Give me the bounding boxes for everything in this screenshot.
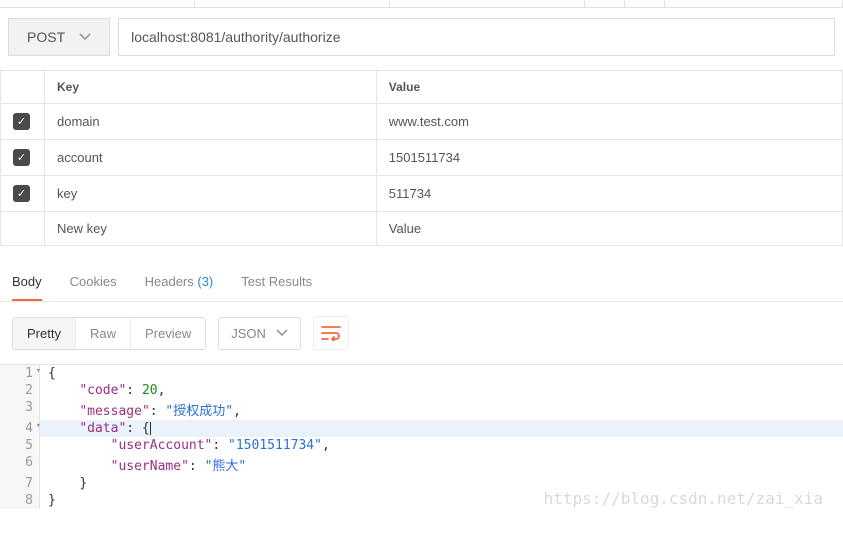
view-mode-group: Pretty Raw Preview bbox=[12, 317, 206, 350]
wrap-lines-button[interactable] bbox=[313, 316, 349, 350]
value-header: Value bbox=[376, 71, 842, 104]
preview-button[interactable]: Preview bbox=[130, 318, 205, 349]
line-number: 4 bbox=[25, 421, 33, 436]
checkbox-header bbox=[1, 71, 45, 104]
response-tabs: Body Cookies Headers (3) Test Results bbox=[0, 260, 843, 302]
chevron-down-icon bbox=[276, 329, 288, 337]
pretty-button[interactable]: Pretty bbox=[13, 318, 75, 349]
tab-test-results[interactable]: Test Results bbox=[241, 274, 312, 301]
table-row[interactable]: ✓ domain www.test.com bbox=[1, 104, 843, 140]
line-number: 6 bbox=[25, 455, 33, 470]
chevron-down-icon bbox=[79, 33, 91, 41]
key-header: Key bbox=[45, 71, 377, 104]
url-input[interactable]: localhost:8081/authority/authorize bbox=[118, 18, 835, 56]
request-row: POST localhost:8081/authority/authorize bbox=[0, 8, 843, 70]
param-key[interactable]: domain bbox=[45, 104, 377, 140]
tab-headers[interactable]: Headers (3) bbox=[145, 274, 214, 301]
tab-body[interactable]: Body bbox=[12, 274, 42, 301]
line-number: 5 bbox=[25, 438, 33, 453]
param-value[interactable]: www.test.com bbox=[376, 104, 842, 140]
checkbox-icon[interactable]: ✓ bbox=[13, 185, 30, 202]
line-number: 7 bbox=[25, 476, 33, 491]
line-number: 3 bbox=[25, 400, 33, 415]
wrap-icon bbox=[321, 325, 341, 341]
headers-count: (3) bbox=[197, 274, 213, 289]
param-value[interactable]: 511734 bbox=[376, 176, 842, 212]
format-toolbar: Pretty Raw Preview JSON bbox=[0, 302, 843, 364]
tab-cookies[interactable]: Cookies bbox=[70, 274, 117, 301]
checkbox-icon[interactable]: ✓ bbox=[13, 113, 30, 130]
table-row[interactable]: ✓ key 511734 bbox=[1, 176, 843, 212]
top-tab-strip bbox=[0, 0, 843, 8]
new-key-placeholder[interactable]: New key bbox=[45, 212, 377, 246]
fold-icon[interactable]: ▾ bbox=[36, 366, 41, 376]
param-key[interactable]: key bbox=[45, 176, 377, 212]
line-number: 8 bbox=[25, 493, 33, 508]
format-type-label: JSON bbox=[231, 326, 266, 341]
line-number: 1 bbox=[25, 366, 33, 381]
http-method-label: POST bbox=[27, 29, 65, 45]
line-number: 2 bbox=[25, 383, 33, 398]
response-body[interactable]: 1▾{ 2 "code": 20, 3 "message": "授权成功", 4… bbox=[0, 364, 843, 509]
fold-icon[interactable]: ▾ bbox=[36, 421, 41, 431]
tab-headers-label: Headers bbox=[145, 274, 194, 289]
param-key[interactable]: account bbox=[45, 140, 377, 176]
http-method-select[interactable]: POST bbox=[8, 18, 110, 56]
url-text: localhost:8081/authority/authorize bbox=[131, 29, 340, 45]
new-value-placeholder[interactable]: Value bbox=[376, 212, 842, 246]
raw-button[interactable]: Raw bbox=[75, 318, 130, 349]
param-value[interactable]: 1501511734 bbox=[376, 140, 842, 176]
format-type-select[interactable]: JSON bbox=[218, 317, 301, 350]
checkbox-icon[interactable]: ✓ bbox=[13, 149, 30, 166]
table-row-new[interactable]: New key Value bbox=[1, 212, 843, 246]
params-table: Key Value ✓ domain www.test.com ✓ accoun… bbox=[0, 70, 843, 246]
text-caret bbox=[150, 422, 151, 435]
table-row[interactable]: ✓ account 1501511734 bbox=[1, 140, 843, 176]
